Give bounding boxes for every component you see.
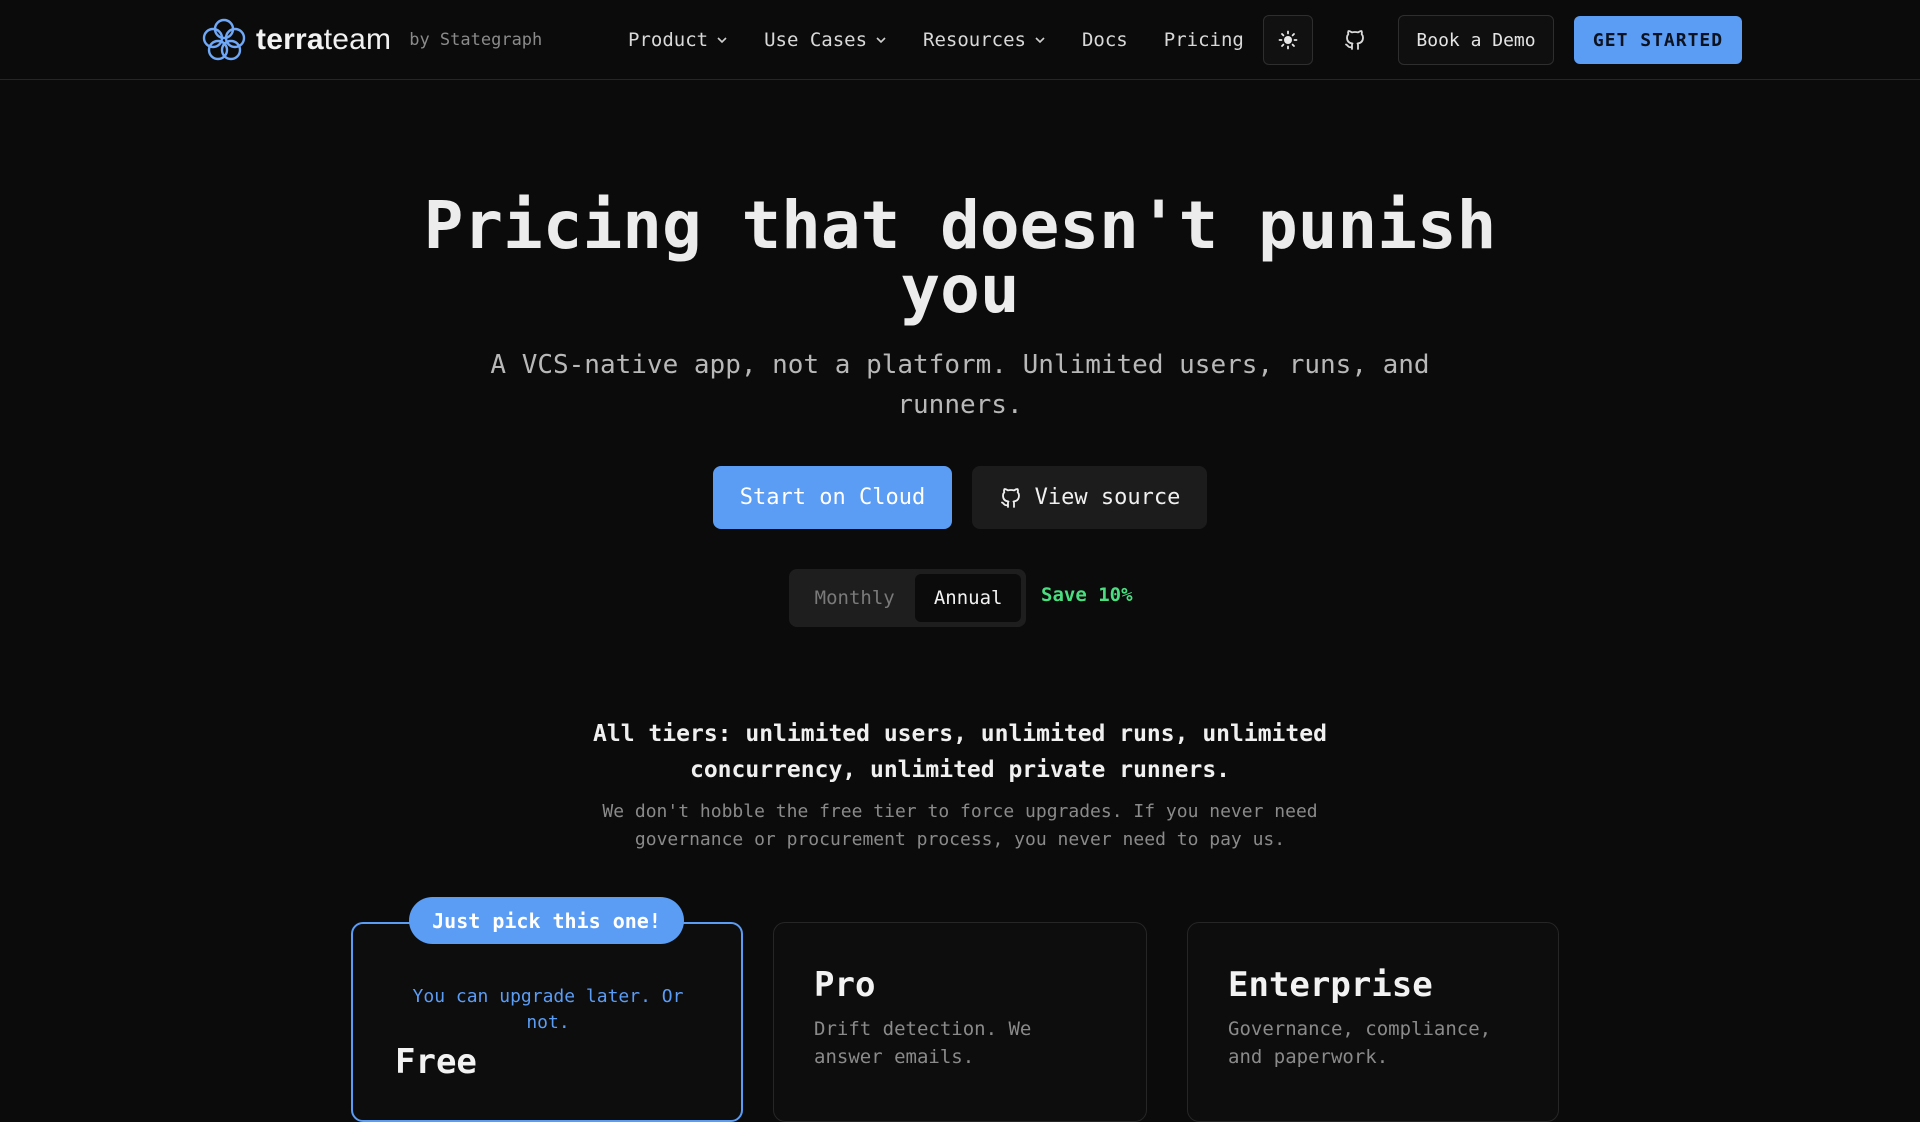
nav-item-docs[interactable]: Docs <box>1082 29 1128 51</box>
billing-option-monthly[interactable]: Monthly <box>794 574 915 622</box>
chevron-down-icon <box>876 37 886 44</box>
tiers-note-line: We don't hobble the free tier to force u… <box>602 801 1318 822</box>
tiers-headline: All tiers: unlimited users, unlimited ru… <box>510 716 1410 788</box>
nav-item-label: Product <box>628 29 709 51</box>
free-plan-note: You can upgrade later. Or not. <box>383 984 713 1036</box>
plan-title: Free <box>395 1042 477 1082</box>
book-demo-button[interactable]: Book a Demo <box>1398 15 1554 65</box>
start-on-cloud-button[interactable]: Start on Cloud <box>713 466 952 529</box>
chevron-down-icon <box>717 37 727 44</box>
recommended-badge: Just pick this one! <box>409 897 684 944</box>
logo-icon <box>202 18 246 61</box>
get-started-button[interactable]: GET STARTED <box>1574 16 1742 64</box>
nav-item-label: Use Cases <box>764 29 868 51</box>
view-source-label: View source <box>1034 485 1181 510</box>
github-link[interactable] <box>1330 15 1380 65</box>
nav-item-label: Pricing <box>1163 29 1244 51</box>
plan-title: Pro <box>814 965 876 1005</box>
nav-item-product[interactable]: Product <box>628 29 728 51</box>
plan-card-free[interactable]: You can upgrade later. Or not. Free <box>351 922 743 1122</box>
nav-item-label: Docs <box>1081 29 1128 51</box>
nav-links: Product Use Cases Resources Docs Pricing <box>628 0 1280 80</box>
brand-name: terrateam <box>256 23 392 56</box>
page-subtitle-line: A VCS-native app, not a platform. Unlimi… <box>490 350 1430 380</box>
page-title-line: you <box>900 251 1020 328</box>
plan-description-line: Governance, compliance, <box>1228 1018 1492 1040</box>
nav-item-label: Resources <box>923 29 1026 51</box>
plan-description-line: and paperwork. <box>1228 1046 1389 1068</box>
page-title-line: Pricing that doesn't punish <box>423 187 1497 264</box>
nav-item-use-cases[interactable]: Use Cases <box>764 29 887 51</box>
tiers-note: We don't hobble the free tier to force u… <box>560 798 1360 854</box>
page-subtitle: A VCS-native app, not a platform. Unlimi… <box>440 345 1480 425</box>
plan-description-line: answer emails. <box>814 1046 975 1068</box>
brand-logo[interactable]: terrateam by Stategraph <box>198 14 542 66</box>
view-source-button[interactable]: View source <box>972 466 1207 529</box>
billing-period-toggle: Monthly Annual <box>789 569 1026 627</box>
plan-card-pro[interactable]: Pro Drift detection. We answer emails. <box>773 922 1147 1122</box>
tiers-headline-line: All tiers: unlimited users, unlimited ru… <box>593 721 1327 747</box>
nav-item-pricing[interactable]: Pricing <box>1164 29 1244 51</box>
plan-title: Enterprise <box>1228 965 1433 1005</box>
top-navbar: terrateam by Stategraph Product Use Case… <box>0 0 1920 80</box>
page-subtitle-line: runners. <box>897 390 1023 420</box>
sun-icon <box>1278 30 1298 50</box>
chevron-down-icon <box>1035 37 1045 44</box>
billing-option-annual[interactable]: Annual <box>915 574 1021 622</box>
github-icon <box>1345 30 1364 50</box>
plan-card-enterprise[interactable]: Enterprise Governance, compliance, and p… <box>1187 922 1559 1122</box>
github-icon <box>1000 487 1020 508</box>
annual-savings-note: Save 10% <box>1041 584 1133 606</box>
nav-item-resources[interactable]: Resources <box>923 29 1046 51</box>
free-plan-note-line: You can upgrade later. Or <box>412 986 684 1007</box>
plan-description-line: Drift detection. We <box>814 1018 1032 1040</box>
theme-toggle-button[interactable] <box>1263 15 1313 65</box>
tiers-note-line: governance or procurement process, you n… <box>634 829 1286 850</box>
tiers-headline-line: concurrency, unlimited private runners. <box>689 757 1231 783</box>
free-plan-note-line: not. <box>526 1012 570 1033</box>
brand-byline: by Stategraph <box>409 30 543 50</box>
plan-description: Governance, compliance, and paperwork. <box>1228 1015 1548 1071</box>
page-title: Pricing that doesn't punish you <box>360 187 1560 328</box>
plan-description: Drift detection. We answer emails. <box>814 1015 1134 1071</box>
